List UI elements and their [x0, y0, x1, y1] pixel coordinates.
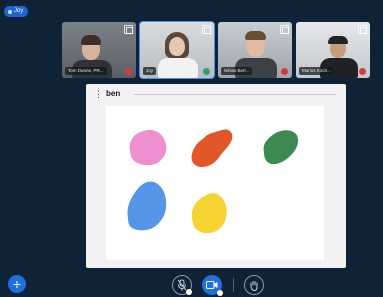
meeting-stage: Joy Tom Dunne, PR... Joy Niklas Berl... … [0, 0, 383, 297]
self-badge[interactable]: Joy [4, 6, 29, 17]
mic-muted-icon [359, 68, 366, 75]
participant-tile-active[interactable]: Joy [139, 21, 215, 79]
document-header: ⋮ ben [86, 84, 346, 106]
video-camera-icon [206, 281, 218, 289]
shapes-drawing [127, 129, 299, 234]
document-title: ben [106, 89, 121, 98]
expand-icon[interactable] [280, 25, 289, 34]
drawing-canvas [106, 106, 324, 260]
presence-dot-icon [8, 9, 12, 14]
expand-icon[interactable] [202, 25, 211, 34]
participant-tile[interactable]: Tom Dunne, PR... [62, 22, 136, 78]
participant-hair [245, 31, 266, 40]
raise-hand-icon [250, 280, 258, 291]
title-divider [134, 94, 336, 95]
participant-body [158, 58, 198, 78]
raise-hand-button[interactable] [244, 275, 264, 295]
participant-headset-icon [328, 36, 348, 44]
camera-toggle-button[interactable] [202, 275, 223, 296]
shared-document: ⋮ ben [86, 84, 346, 268]
mic-on-icon [203, 68, 210, 75]
participant-hair [81, 35, 101, 45]
participant-tile[interactable]: Marius Kirch... [296, 22, 370, 78]
pink-blob [129, 129, 167, 166]
participant-name: Joy [143, 67, 157, 75]
orange-blob [191, 129, 233, 167]
participant-name: Tom Dunne, PR... [65, 67, 107, 75]
mic-muted-icon [281, 68, 288, 75]
mic-muted-icon [125, 68, 132, 75]
yellow-blob [192, 193, 227, 234]
microphone-toggle-button[interactable] [172, 275, 192, 295]
status-dot-icon [186, 289, 192, 295]
participant-tile[interactable]: Niklas Berl... [218, 22, 292, 78]
green-blob [263, 130, 299, 165]
kebab-menu-icon[interactable]: ⋮ [94, 88, 103, 101]
expand-icon[interactable] [124, 25, 133, 34]
participant-face [169, 37, 185, 56]
participant-name: Niklas Berl... [221, 67, 253, 75]
controls-divider [233, 278, 234, 292]
blue-blob [127, 181, 167, 231]
self-badge-label: Joy [14, 8, 24, 14]
call-controls [0, 275, 383, 296]
expand-icon[interactable] [358, 25, 367, 34]
participant-name: Marius Kirch... [299, 67, 334, 75]
microphone-off-icon [177, 279, 187, 291]
status-dot-icon [217, 290, 223, 296]
